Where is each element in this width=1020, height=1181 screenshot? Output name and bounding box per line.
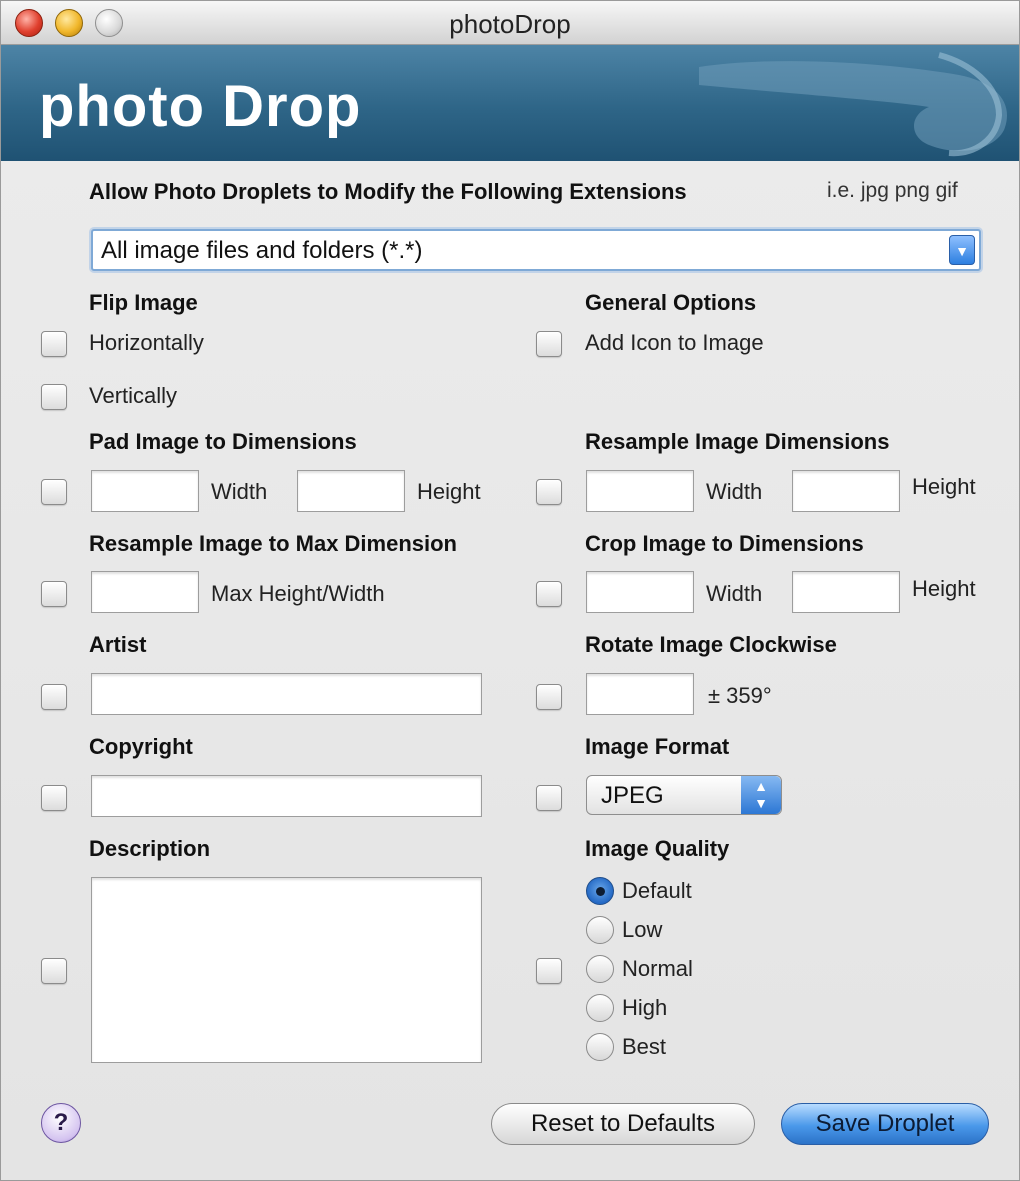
pad-width-label: Width bbox=[211, 479, 268, 504]
quality-radio-default[interactable] bbox=[586, 877, 614, 905]
quality-radio-high[interactable] bbox=[586, 994, 614, 1022]
crop-height-label: Height bbox=[912, 576, 976, 601]
image-quality-label: Image Quality bbox=[585, 836, 730, 861]
quality-radio-normal[interactable] bbox=[586, 955, 614, 983]
resample-max-checkbox[interactable] bbox=[41, 581, 67, 607]
resample-dimensions-label: Resample Image Dimensions bbox=[585, 429, 890, 454]
flip-vertical-label: Vertically bbox=[89, 383, 178, 408]
image-format-select[interactable]: JPEG ▲ ▼ bbox=[586, 775, 782, 815]
rotate-checkbox[interactable] bbox=[536, 684, 562, 710]
quality-radio-best[interactable] bbox=[586, 1033, 614, 1061]
add-icon-label: Add Icon to Image bbox=[585, 330, 764, 355]
rotate-label: Rotate Image Clockwise bbox=[585, 632, 837, 657]
description-checkbox[interactable] bbox=[41, 958, 67, 984]
save-droplet-button[interactable]: Save Droplet bbox=[781, 1103, 989, 1145]
title-bar: photoDrop bbox=[1, 1, 1019, 45]
pad-image-checkbox[interactable] bbox=[41, 479, 67, 505]
photodrop-window: photoDrop photo Drop Allow Photo Droplet… bbox=[0, 0, 1020, 1181]
rotate-range-label: ± 359° bbox=[708, 683, 772, 708]
resample-height-input[interactable] bbox=[792, 470, 900, 512]
crop-width-input[interactable] bbox=[586, 571, 694, 613]
quality-option-label: Low bbox=[622, 917, 663, 942]
extensions-label: Allow Photo Droplets to Modify the Follo… bbox=[89, 179, 687, 204]
resample-dimensions-checkbox[interactable] bbox=[536, 479, 562, 505]
description-textarea[interactable] bbox=[91, 877, 482, 1063]
max-dimension-label: Max Height/Width bbox=[211, 581, 385, 606]
quality-option-label: High bbox=[622, 995, 668, 1020]
crop-width-label: Width bbox=[706, 581, 763, 606]
flip-horizontal-label: Horizontally bbox=[89, 330, 204, 355]
quality-option-label: Default bbox=[622, 878, 692, 903]
pad-width-input[interactable] bbox=[91, 470, 199, 512]
general-options-label: General Options bbox=[585, 290, 757, 315]
image-format-checkbox[interactable] bbox=[536, 785, 562, 811]
add-icon-checkbox[interactable] bbox=[536, 331, 562, 357]
quality-radio-low[interactable] bbox=[586, 916, 614, 944]
resample-width-input[interactable] bbox=[586, 470, 694, 512]
crop-image-label: Crop Image to Dimensions bbox=[585, 531, 864, 556]
copyright-input[interactable] bbox=[91, 775, 482, 817]
quality-option-label: Normal bbox=[622, 956, 693, 981]
pad-image-label: Pad Image to Dimensions bbox=[89, 429, 357, 454]
image-quality-checkbox[interactable] bbox=[536, 958, 562, 984]
updown-arrows-icon: ▲ ▼ bbox=[741, 776, 781, 814]
description-label: Description bbox=[89, 836, 211, 861]
copyright-checkbox[interactable] bbox=[41, 785, 67, 811]
image-format-label: Image Format bbox=[585, 734, 730, 759]
droplet-art-icon bbox=[699, 52, 1007, 157]
flip-vertical-checkbox[interactable] bbox=[41, 384, 67, 410]
resample-width-label: Width bbox=[706, 479, 763, 504]
app-banner: photo Drop bbox=[1, 45, 1019, 161]
help-button[interactable]: ? bbox=[41, 1103, 81, 1143]
chevron-down-icon[interactable]: ▼ bbox=[949, 235, 975, 265]
flip-horizontal-checkbox[interactable] bbox=[41, 331, 67, 357]
window-title: photoDrop bbox=[449, 9, 571, 39]
pad-height-input[interactable] bbox=[297, 470, 405, 512]
image-format-value: JPEG bbox=[601, 782, 664, 809]
copyright-label: Copyright bbox=[89, 734, 193, 759]
extensions-combobox[interactable]: All image files and folders (*.*) ▼ bbox=[91, 229, 981, 271]
quality-option-label: Best bbox=[622, 1034, 667, 1059]
artist-label: Artist bbox=[89, 632, 147, 657]
max-dimension-input[interactable] bbox=[91, 571, 199, 613]
flip-image-label: Flip Image bbox=[89, 290, 198, 315]
resample-max-label: Resample Image to Max Dimension bbox=[89, 531, 457, 556]
pad-height-label: Height bbox=[417, 479, 481, 504]
extensions-value: All image files and folders (*.*) bbox=[101, 237, 423, 264]
artist-input[interactable] bbox=[91, 673, 482, 715]
banner-title: photo Drop bbox=[39, 74, 362, 139]
crop-image-checkbox[interactable] bbox=[536, 581, 562, 607]
artist-checkbox[interactable] bbox=[41, 684, 67, 710]
crop-height-input[interactable] bbox=[792, 571, 900, 613]
reset-to-defaults-button[interactable]: Reset to Defaults bbox=[491, 1103, 755, 1145]
resample-height-label: Height bbox=[912, 474, 976, 499]
rotate-degrees-input[interactable] bbox=[586, 673, 694, 715]
extensions-hint: i.e. jpg png gif bbox=[827, 179, 958, 202]
